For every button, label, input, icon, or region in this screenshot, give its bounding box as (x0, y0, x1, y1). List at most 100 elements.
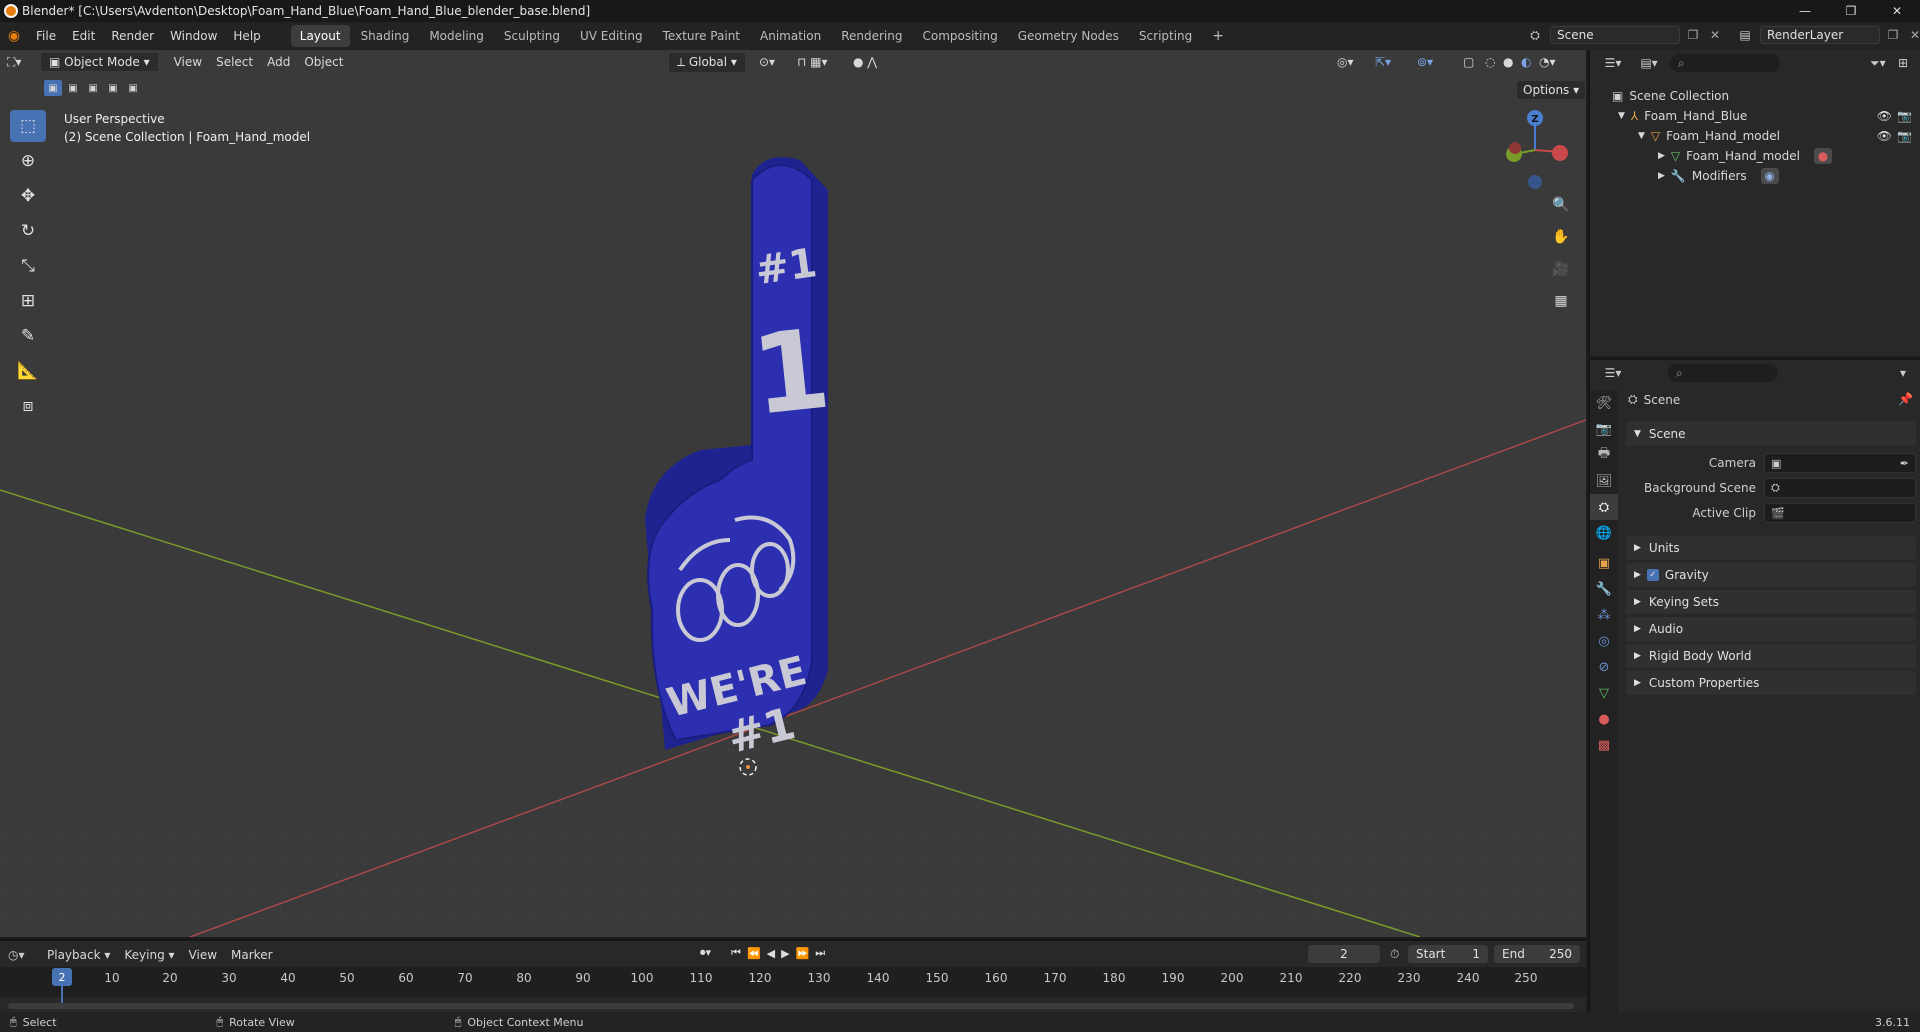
menu-render[interactable]: Render (103, 29, 162, 43)
render-tab-icon[interactable]: 📷 (1590, 416, 1618, 442)
tab-compositing[interactable]: Compositing (913, 25, 1006, 47)
tab-scripting[interactable]: Scripting (1130, 25, 1201, 47)
menu-timeline-view[interactable]: View (182, 946, 224, 964)
properties-search-input[interactable]: ⌕ (1668, 364, 1778, 382)
modifiers-tab-icon[interactable]: 🔧 (1590, 576, 1618, 602)
jump-start-icon[interactable]: ⏮ (731, 946, 741, 960)
outliner-search-input[interactable]: ⌕ (1670, 54, 1780, 72)
overlays-icon[interactable]: ⊚▾ (1410, 53, 1440, 71)
background-scene-field[interactable]: ⛭ (1764, 478, 1916, 498)
display-mode-icon[interactable]: ▤▾ (1634, 56, 1664, 70)
playhead[interactable]: 2 (52, 968, 72, 986)
outliner-item-modifiers[interactable]: ▶ 🔧 Modifiers ◉ (1590, 166, 1920, 186)
texture-tab-icon[interactable]: ▩ (1590, 732, 1618, 758)
select-new-icon[interactable]: ▣ (44, 80, 62, 96)
material-tab-icon[interactable]: ● (1590, 706, 1618, 732)
tool-tab-icon[interactable]: 🛠 (1590, 390, 1618, 416)
camera-field[interactable]: ▣ ✒ (1764, 453, 1916, 473)
zoom-icon[interactable]: 🔍 (1550, 194, 1572, 216)
expand-arrow-icon[interactable]: ▶ (1658, 171, 1665, 181)
object-tab-icon[interactable]: ▣ (1590, 550, 1618, 576)
expand-arrow-icon[interactable]: ▼ (1638, 131, 1645, 141)
menu-select[interactable]: Select (209, 53, 260, 71)
proportional-edit-icon[interactable]: ● ⋀ (846, 53, 884, 71)
jump-end-icon[interactable]: ⏭ (815, 946, 825, 960)
end-frame-field[interactable]: End 250 (1494, 945, 1580, 963)
options-dropdown[interactable]: Options ▾ (1516, 80, 1587, 100)
panel-units[interactable]: ▶ Units (1626, 536, 1916, 560)
minimize-button[interactable]: — (1782, 0, 1828, 22)
world-tab-icon[interactable]: 🌐 (1590, 520, 1618, 546)
scene-icon[interactable]: ⛭ (1524, 28, 1546, 43)
tab-sculpting[interactable]: Sculpting (495, 25, 569, 47)
pivot-icon[interactable]: ⊙▾ (752, 53, 782, 71)
panel-audio[interactable]: ▶ Audio (1626, 617, 1916, 641)
timeline-scrollbar[interactable] (8, 1003, 1574, 1009)
filter-icon[interactable]: ⏷▾ (1870, 56, 1886, 71)
record-icon[interactable]: ⏺▾ (700, 946, 711, 960)
scene-selector[interactable]: Scene (1550, 26, 1680, 44)
gravity-checkbox[interactable]: ✓ (1646, 569, 1659, 581)
select-subtract-icon[interactable]: ▣ (84, 80, 102, 96)
transform-tool-icon[interactable]: ⊞ (10, 285, 46, 317)
scale-tool-icon[interactable]: ⤡ (10, 250, 46, 282)
add-workspace-button[interactable]: + (1203, 24, 1233, 48)
blender-menu-icon[interactable]: ◉ (0, 28, 28, 44)
measure-tool-icon[interactable]: 📐 (10, 355, 46, 387)
editor-type-icon[interactable]: ⛶▾ (0, 53, 40, 72)
tab-uv-editing[interactable]: UV Editing (571, 25, 652, 47)
physics-tab-icon[interactable]: ◎ (1590, 628, 1618, 654)
menu-file[interactable]: File (28, 29, 64, 43)
menu-add[interactable]: Add (260, 53, 297, 71)
add-cube-tool-icon[interactable]: ⧈ (10, 390, 46, 422)
timeline-editor-icon[interactable]: ◷▾ (8, 948, 40, 962)
constraints-tab-icon[interactable]: ⊘ (1590, 654, 1618, 680)
visibility-icon[interactable]: ◎▾ (1330, 53, 1361, 71)
maximize-button[interactable]: ❐ (1828, 0, 1874, 22)
gizmo-toggle-icon[interactable]: ⇱▾ (1368, 53, 1398, 71)
new-view-layer-icon[interactable]: ❐ (1884, 28, 1902, 42)
3d-viewport[interactable]: #1 1 WE'RE #1 Z (0, 50, 1586, 937)
view-layer-icon[interactable]: ▤ (1734, 28, 1756, 42)
menu-keying[interactable]: Keying ▾ (117, 946, 181, 964)
view-layer-tab-icon[interactable]: 🖼 (1590, 468, 1618, 494)
shading-rendered-icon[interactable]: ◔▾ (1532, 53, 1563, 71)
outliner-item-foam-hand-model[interactable]: ▼ ▽ Foam_Hand_model 👁 📷 (1590, 126, 1920, 146)
camera-view-icon[interactable]: 🎥 (1550, 258, 1572, 280)
panel-custom-properties[interactable]: ▶ Custom Properties (1626, 671, 1916, 695)
data-tab-icon[interactable]: ▽ (1590, 680, 1618, 706)
transform-orientation-dropdown[interactable]: ⟂ Global ▾ (668, 51, 746, 73)
tab-layout[interactable]: Layout (290, 25, 350, 47)
view-layer-selector[interactable]: RenderLayer (1760, 26, 1880, 44)
menu-window[interactable]: Window (162, 29, 225, 43)
play-icon[interactable]: ▶ (781, 947, 789, 960)
select-invert-icon[interactable]: ▣ (104, 80, 122, 96)
properties-editor-icon[interactable]: ☰▾ (1598, 366, 1628, 380)
visibility-eye-icon[interactable]: 👁 (1877, 109, 1892, 123)
current-frame-field[interactable]: 2 (1308, 945, 1380, 963)
particles-tab-icon[interactable]: ⁂ (1590, 602, 1618, 628)
render-camera-icon[interactable]: 📷 (1897, 109, 1912, 123)
pan-hand-icon[interactable]: ✋ (1550, 226, 1572, 248)
jump-keyframe-back-icon[interactable]: ⏪ (747, 947, 761, 960)
panel-scene[interactable]: ▼ Scene (1626, 422, 1916, 446)
menu-help[interactable]: Help (225, 29, 268, 43)
cursor-tool-icon[interactable]: ⊕ (10, 145, 46, 177)
menu-marker[interactable]: Marker (224, 946, 279, 964)
visibility-eye-icon[interactable]: 👁 (1877, 129, 1892, 143)
tab-geometry-nodes[interactable]: Geometry Nodes (1009, 25, 1128, 47)
modifier-icon[interactable]: ◉ (1760, 168, 1779, 184)
active-clip-field[interactable]: 🎬 (1764, 503, 1916, 523)
menu-edit[interactable]: Edit (64, 29, 103, 43)
render-camera-icon[interactable]: 📷 (1897, 129, 1912, 143)
select-extend-icon[interactable]: ▣ (64, 80, 82, 96)
delete-scene-icon[interactable]: ✕ (1706, 28, 1724, 42)
panel-keying-sets[interactable]: ▶ Keying Sets (1626, 590, 1916, 614)
outliner-item-foam-hand-blue[interactable]: ▼ ⅄ Foam_Hand_Blue 👁 📷 (1590, 106, 1920, 126)
stopwatch-icon[interactable]: ⏱ (1390, 947, 1399, 962)
close-button[interactable]: ✕ (1874, 0, 1920, 22)
properties-options-icon[interactable]: ▾ (1900, 366, 1906, 380)
mode-selector[interactable]: ▣ Object Mode ▾ (40, 52, 159, 72)
material-icon[interactable]: ● (1813, 148, 1832, 164)
tab-shading[interactable]: Shading (352, 25, 419, 47)
